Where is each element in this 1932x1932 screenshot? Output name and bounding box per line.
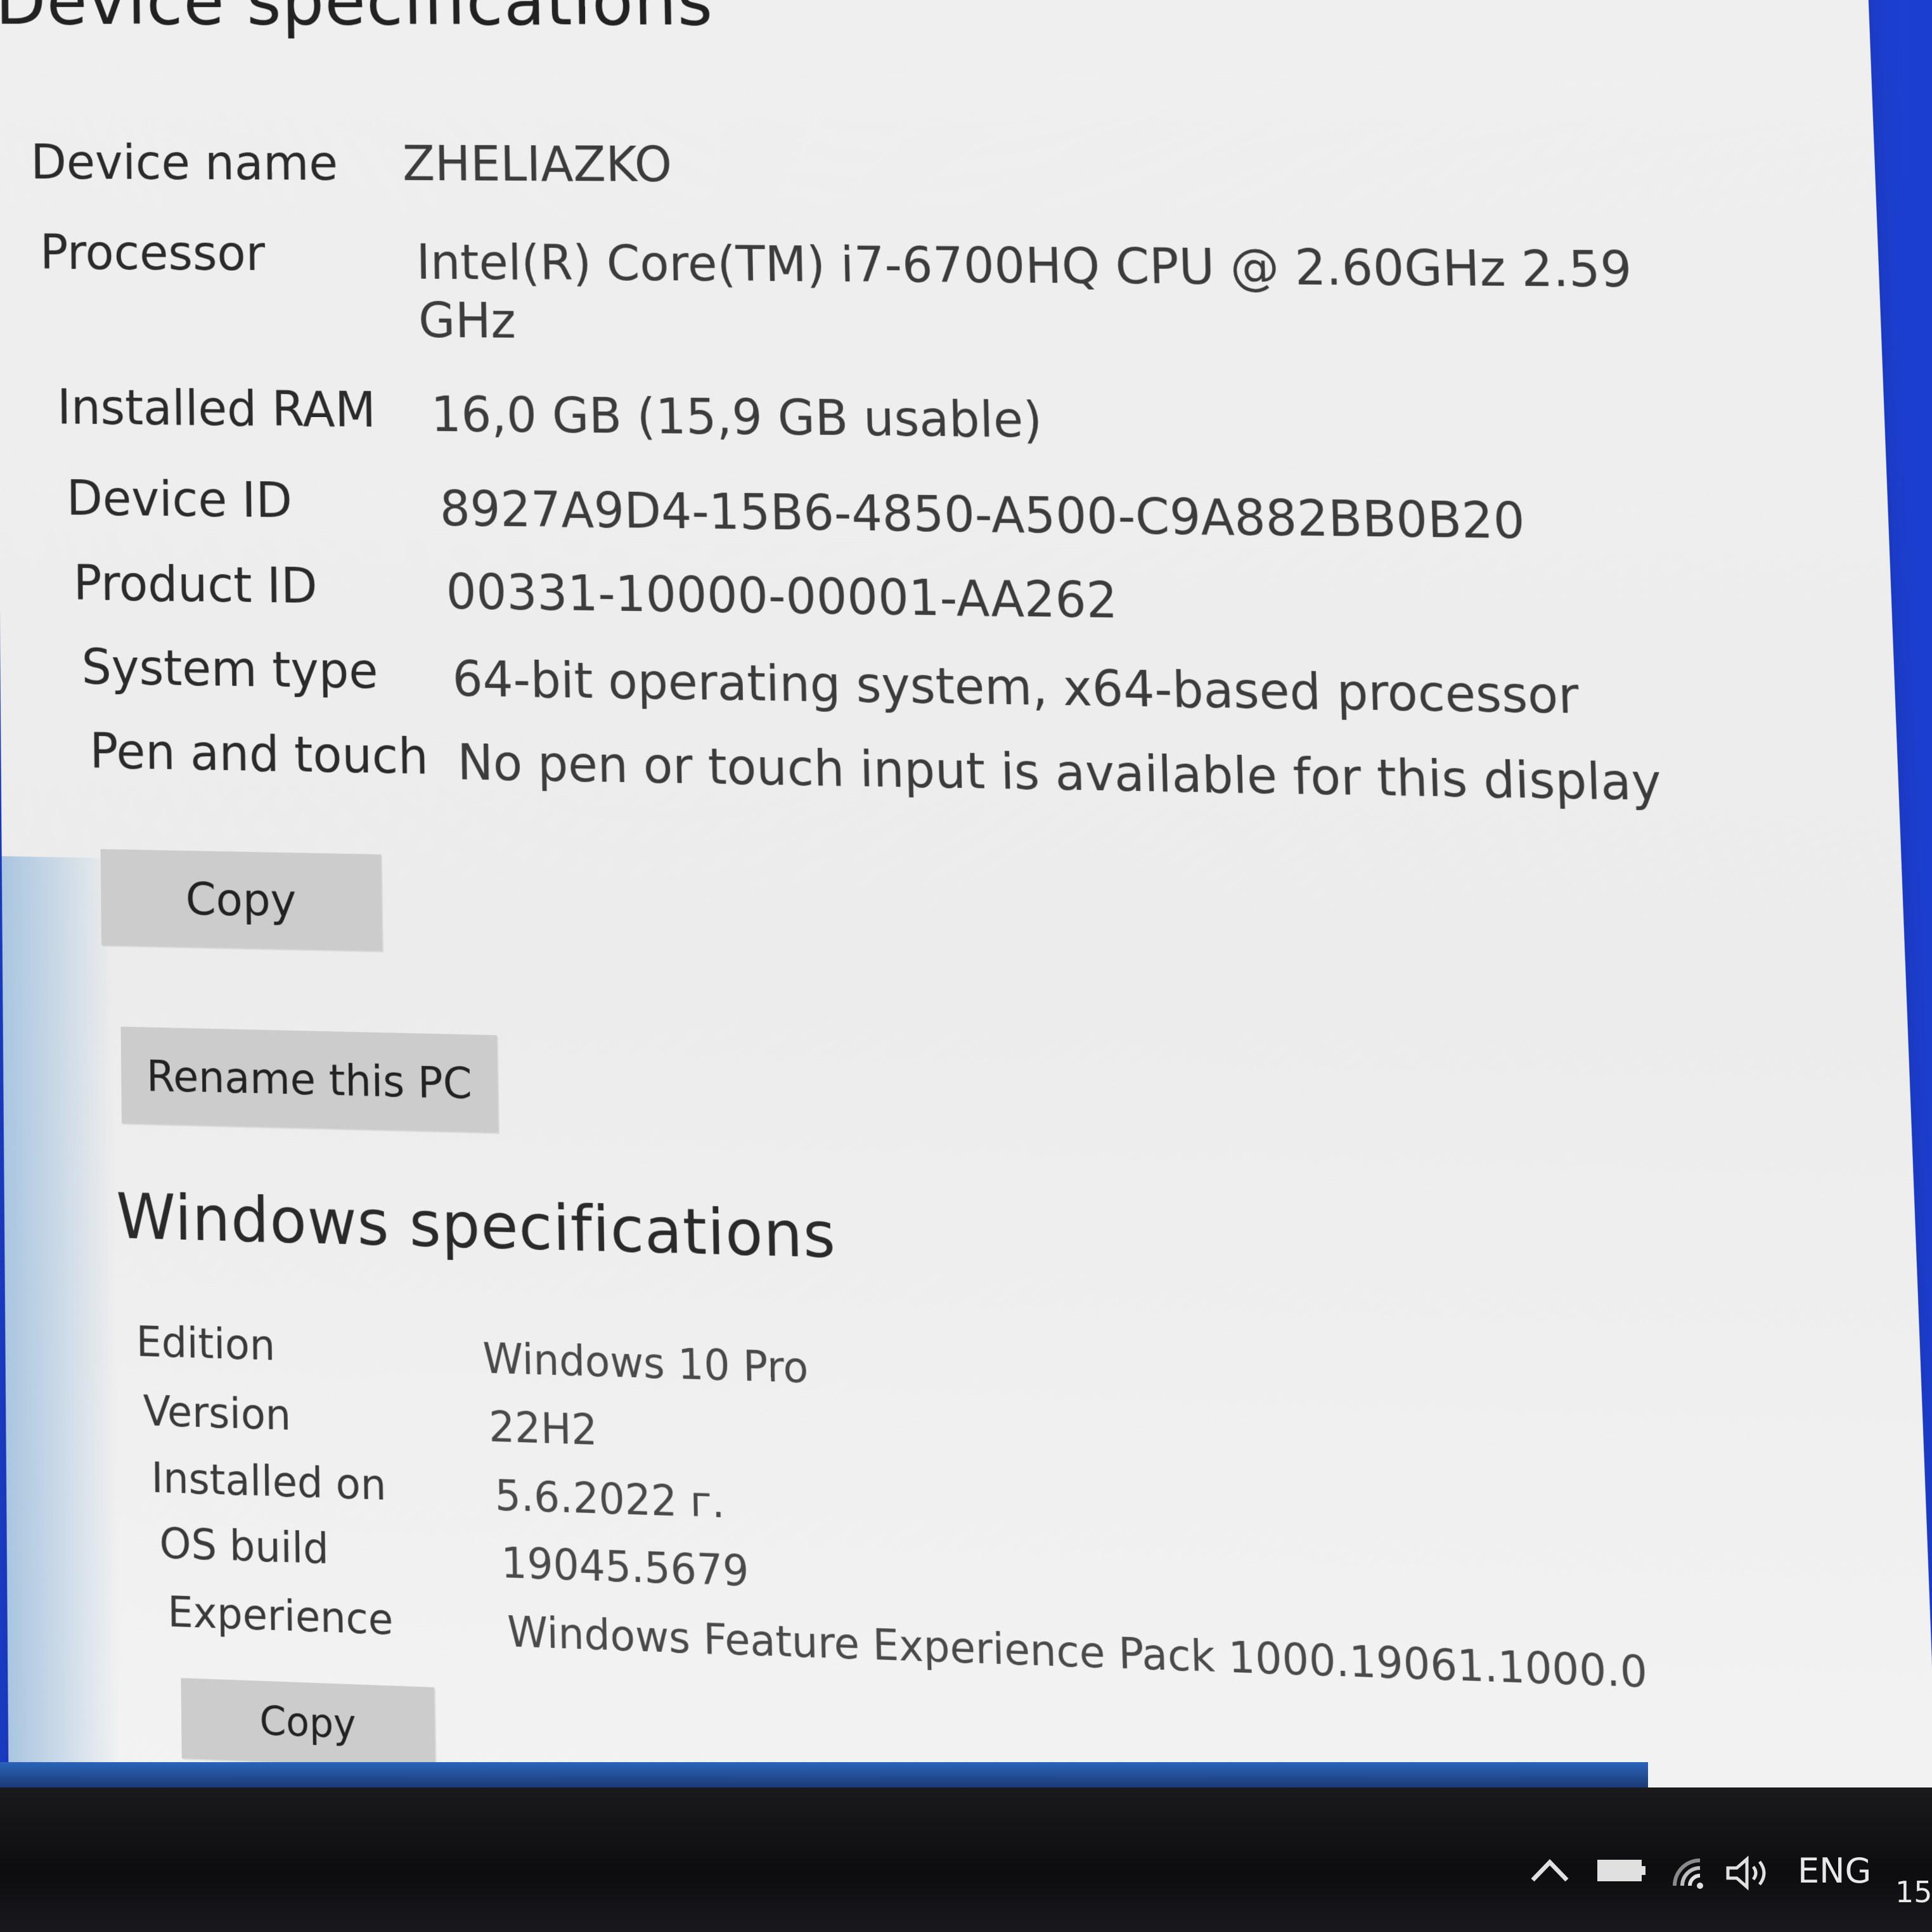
pen-and-touch-label: Pen and touch [89,722,429,785]
installed-ram-label: Installed RAM [56,378,377,439]
experience-label: Experience [167,1588,394,1645]
language-indicator[interactable]: ENG [1798,1851,1871,1891]
device-name-value: ZHELIAZKO [402,135,673,193]
edition-value: Windows 10 Pro [482,1334,809,1393]
system-type-label: System type [81,638,379,700]
os-build-label: OS build [159,1519,330,1575]
windows-specifications-heading: Windows specifications [115,1180,837,1273]
device-name-label: Device name [30,134,338,191]
chevron-up-icon[interactable] [1528,1854,1572,1895]
installed-ram-value: 16,0 GB (15,9 GB usable) [430,385,1043,449]
device-id-label: Device ID [66,469,293,529]
settings-about-panel: Device specifications Device name ZHELIA… [0,0,1932,1893]
os-build-value: 19045.5679 [500,1538,750,1597]
wifi-icon[interactable] [1668,1854,1713,1901]
processor-value-line2: GHz [418,292,517,349]
speaker-icon[interactable] [1724,1854,1775,1901]
clock-text[interactable]: 15 [1895,1875,1932,1909]
installed-on-label: Installed on [151,1454,387,1510]
copy-device-specs-button[interactable]: Copy [100,849,383,951]
product-id-label: Product ID [73,554,318,615]
copy-windows-specs-button[interactable]: Copy [181,1678,435,1768]
version-label: Version [143,1387,292,1441]
taskbar-top-edge [0,1762,1648,1787]
rename-this-pc-button[interactable]: Rename this PC [120,1026,499,1133]
edition-label: Edition [136,1318,276,1371]
installed-on-value: 5.6.2022 г. [494,1471,726,1528]
experience-value: Windows Feature Experience Pack 1000.190… [506,1607,1649,1698]
device-id-value: 8927A9D4-15B6-4850-A500-C9A882BB0B20 [439,480,1526,550]
device-specifications-heading: Device specifications [0,0,714,41]
product-id-value: 00331-10000-00001-AA262 [446,563,1118,629]
screen: Device specifications Device name ZHELIA… [0,0,1932,1932]
pen-and-touch-value: No pen or touch input is available for t… [456,733,1663,812]
version-value: 22H2 [488,1403,598,1455]
processor-value: Intel(R) Core(TM) i7-6700HQ CPU @ 2.60GH… [416,233,1633,299]
panel-edge-glow [1,856,122,1834]
system-type-value: 64-bit operating system, x64-based proce… [452,650,1580,725]
processor-label: Processor [39,224,266,282]
battery-icon[interactable] [1596,1854,1649,1895]
